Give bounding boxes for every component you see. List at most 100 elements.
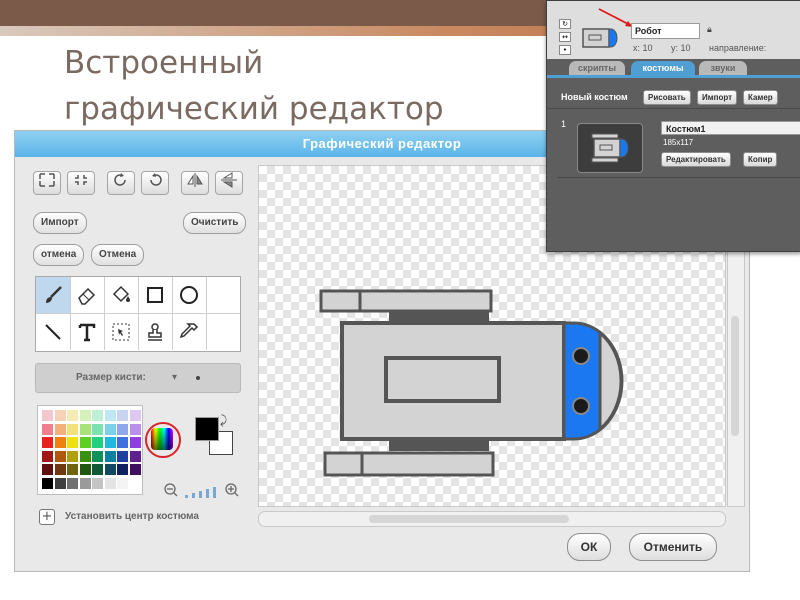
color-swatch[interactable] (67, 477, 78, 489)
color-swatch[interactable] (42, 477, 53, 489)
tab-costumes[interactable]: костюмы (631, 61, 695, 75)
color-palette[interactable] (37, 405, 143, 495)
tab-scripts[interactable]: скрипты (569, 61, 625, 75)
color-swatch[interactable] (79, 437, 91, 448)
ok-button[interactable]: ОК (567, 533, 611, 561)
sprite-name-field[interactable]: Робот (631, 23, 700, 39)
panel-divider (547, 108, 800, 109)
color-swatch[interactable] (92, 464, 103, 475)
color-swatch[interactable] (67, 410, 78, 421)
lock-icon[interactable]: 🔒︎ (707, 24, 712, 36)
swap-colors-icon[interactable]: ⤸ (220, 414, 227, 426)
vertical-scroll-thumb[interactable] (731, 316, 739, 436)
rotation-leftright-icon[interactable]: ↔ (559, 32, 571, 42)
cancel-button[interactable]: Отменить (629, 533, 717, 561)
rotate-right-button[interactable] (141, 171, 169, 195)
color-swatch[interactable] (67, 423, 78, 435)
color-swatch[interactable] (42, 410, 53, 421)
zoom-control[interactable] (163, 481, 243, 501)
rotation-none-icon[interactable]: • (559, 45, 571, 55)
color-swatch[interactable] (129, 423, 141, 435)
color-swatch[interactable] (117, 410, 128, 421)
import-button[interactable]: Импорт (33, 212, 87, 234)
paint-button[interactable]: Рисовать (643, 90, 691, 105)
edit-costume-button[interactable]: Редактировать (661, 152, 731, 167)
color-swatch[interactable] (92, 477, 103, 489)
line-tool[interactable] (36, 314, 71, 350)
color-swatch[interactable] (54, 410, 66, 421)
select-tool[interactable] (104, 314, 139, 350)
select-icon (112, 323, 130, 341)
color-swatch[interactable] (129, 437, 141, 448)
color-swatch[interactable] (67, 437, 78, 448)
color-swatch[interactable] (67, 464, 78, 475)
costume-name-field[interactable]: Костюм1 (661, 121, 800, 135)
color-swatch[interactable] (104, 477, 116, 489)
eraser-tool[interactable] (70, 277, 105, 314)
color-swatch[interactable] (54, 450, 66, 462)
rotate-left-button[interactable] (107, 171, 135, 195)
redo-button[interactable]: Отмена (91, 244, 145, 266)
brush-tool[interactable] (36, 277, 71, 314)
color-swatch[interactable] (129, 477, 141, 489)
color-swatch[interactable] (42, 437, 53, 448)
color-swatch[interactable] (129, 464, 141, 475)
rotation-all-icon[interactable]: ↻ (559, 19, 571, 29)
color-swatch[interactable] (79, 423, 91, 435)
color-swatch[interactable] (92, 450, 103, 462)
text-tool[interactable] (70, 314, 105, 350)
color-swatch[interactable] (129, 450, 141, 462)
tab-sounds[interactable]: звуки (699, 61, 747, 75)
foreground-color-swatch[interactable] (195, 417, 219, 441)
zoom-reset-button[interactable] (67, 171, 95, 195)
color-swatch[interactable] (79, 410, 91, 421)
color-swatch[interactable] (67, 450, 78, 462)
brush-size-control[interactable]: Размер кисти: ▾ (35, 363, 241, 393)
color-wheel-icon[interactable] (151, 428, 173, 450)
color-swatch[interactable] (117, 464, 128, 475)
color-swatch[interactable] (117, 423, 128, 435)
color-swatch[interactable] (104, 464, 116, 475)
color-swatch[interactable] (117, 477, 128, 489)
color-swatch[interactable] (54, 477, 66, 489)
undo-button[interactable]: отмена (33, 244, 85, 266)
color-swatch[interactable] (42, 423, 53, 435)
costume-thumbnail[interactable] (577, 123, 643, 173)
flip-vertical-button[interactable] (215, 171, 243, 195)
zoom-fit-button[interactable] (33, 171, 61, 195)
eyedropper-tool[interactable] (172, 314, 207, 350)
color-swatch[interactable] (42, 464, 53, 475)
color-swatch[interactable] (79, 450, 91, 462)
color-swatch[interactable] (117, 450, 128, 462)
zoom-out-icon (164, 483, 178, 497)
color-swatch[interactable] (104, 450, 116, 462)
clear-button[interactable]: Очистить (183, 212, 247, 234)
stamp-tool[interactable] (138, 314, 173, 350)
color-swatch[interactable] (104, 437, 116, 448)
copy-costume-button[interactable]: Копир (743, 152, 778, 167)
horizontal-scroll-thumb[interactable] (369, 515, 569, 523)
color-swatch[interactable] (54, 437, 66, 448)
color-swatch[interactable] (92, 423, 103, 435)
color-swatch[interactable] (104, 423, 116, 435)
color-swatch[interactable] (117, 437, 128, 448)
color-swatch[interactable] (92, 437, 103, 448)
color-swatch[interactable] (54, 423, 66, 435)
canvas-horizontal-scrollbar[interactable] (258, 511, 726, 527)
set-center-button[interactable]: + (39, 509, 55, 525)
rectangle-tool[interactable] (138, 277, 173, 314)
ellipse-tool[interactable] (172, 277, 207, 314)
color-swatch[interactable] (42, 450, 53, 462)
color-swatch[interactable] (54, 464, 66, 475)
color-swatch[interactable] (79, 477, 91, 489)
color-swatch[interactable] (104, 410, 116, 421)
fill-tool[interactable] (104, 277, 139, 314)
flip-horizontal-button[interactable] (181, 171, 209, 195)
color-swatch[interactable] (79, 464, 91, 475)
camera-button[interactable]: Камер (743, 90, 778, 105)
color-swatch[interactable] (129, 410, 141, 421)
color-swatch[interactable] (92, 410, 103, 421)
import-costume-button[interactable]: Импорт (697, 90, 738, 105)
fill-icon (112, 285, 130, 303)
sprite-info-header: ↻ ↔ • Робот 🔒︎ x: 10 y: 10 направление: (547, 1, 800, 59)
